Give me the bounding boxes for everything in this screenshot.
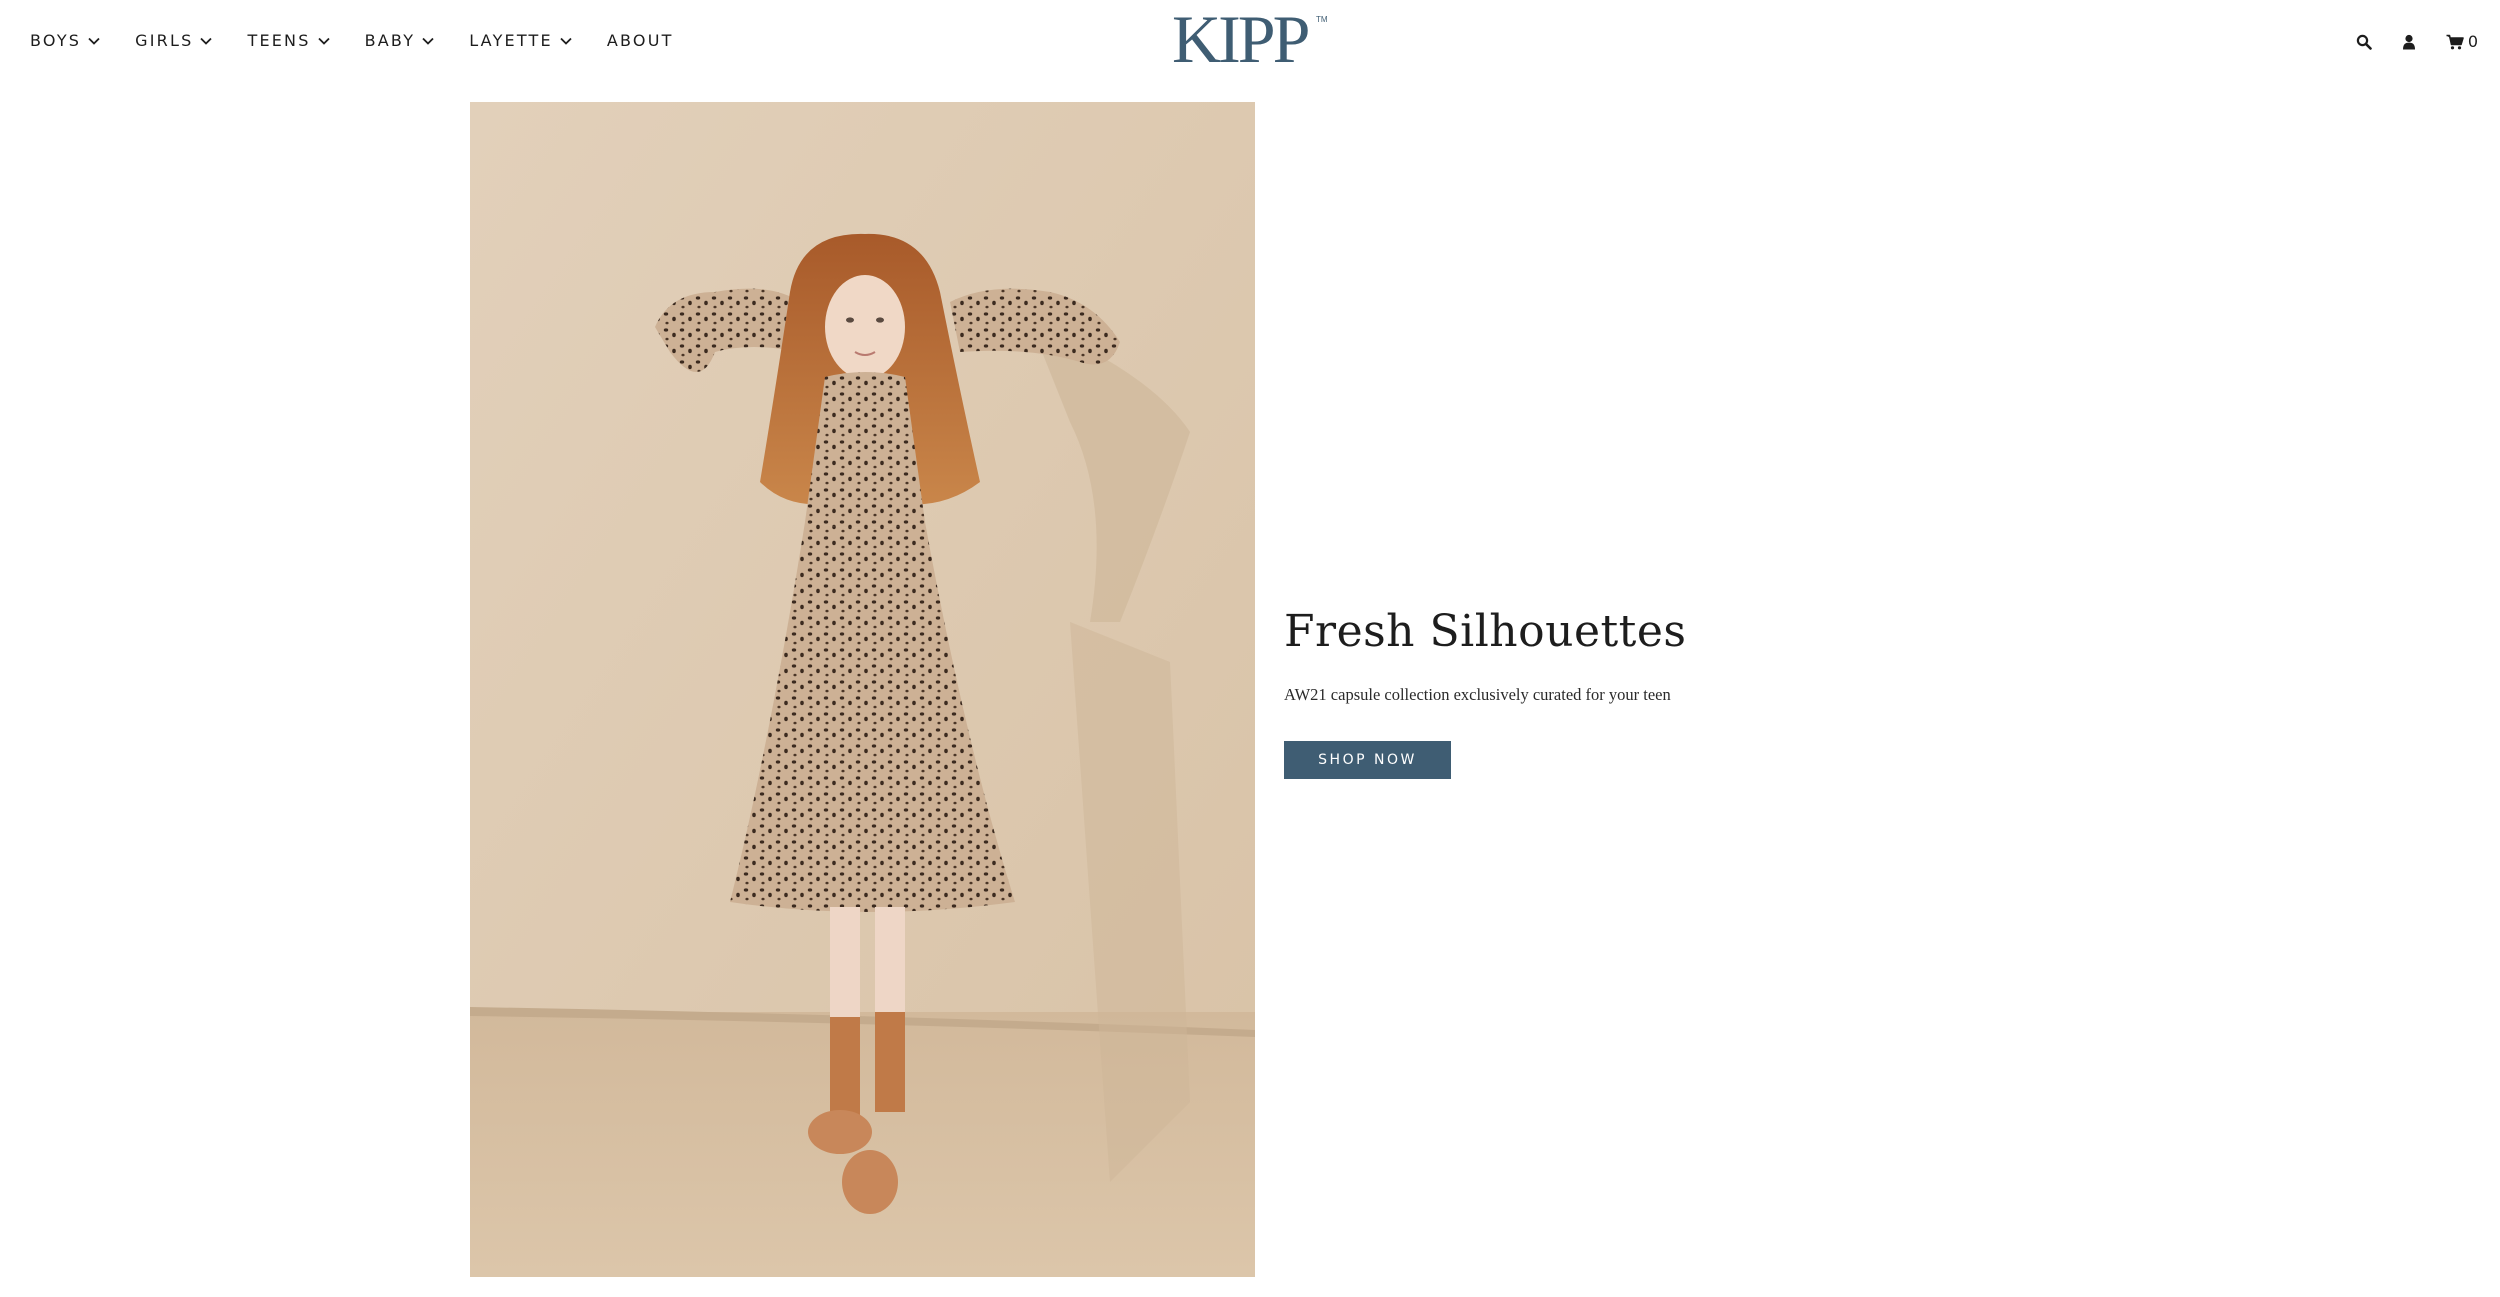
hero-content: Fresh Silhouettes AW21 capsule collectio… — [1284, 606, 1984, 779]
hero-title: Fresh Silhouettes — [1284, 606, 1687, 657]
user-icon — [2402, 34, 2415, 49]
search-icon — [2356, 34, 2372, 50]
nav-item-teens[interactable]: TEENS — [247, 31, 330, 50]
hero-subtitle: AW21 capsule collection exclusively cura… — [1284, 685, 1671, 704]
model-photo — [470, 102, 1255, 1277]
nav-item-about[interactable]: ABOUT — [607, 31, 674, 50]
cart-icon — [2446, 34, 2464, 49]
nav-item-girls[interactable]: GIRLS — [135, 31, 213, 50]
header-utilities: 0 — [2326, 32, 2478, 51]
nav-label: LAYETTE — [469, 31, 553, 50]
chevron-down-icon — [560, 37, 572, 45]
chevron-down-icon — [200, 37, 213, 45]
site-header: BOYS GIRLS TEENS BABY LAYETTE ABOUT KIPP… — [0, 0, 2500, 92]
cart-count: 0 — [2467, 32, 2478, 51]
nav-label: BABY — [364, 31, 416, 50]
nav-label: GIRLS — [135, 31, 194, 50]
main-nav: BOYS GIRLS TEENS BABY LAYETTE ABOUT — [30, 31, 708, 50]
search-button[interactable] — [2356, 34, 2372, 50]
logo-text: KIPP — [1172, 10, 1309, 76]
nav-item-baby[interactable]: BABY — [365, 31, 436, 50]
kipp-logo-mark: KIPP TM — [1172, 1, 1328, 77]
chevron-down-icon — [88, 37, 100, 45]
hero-image[interactable] — [470, 102, 1255, 1277]
nav-label: TEENS — [247, 31, 311, 50]
shop-now-button[interactable]: SHOP NOW — [1284, 741, 1451, 779]
nav-item-boys[interactable]: BOYS — [30, 31, 101, 50]
chevron-down-icon — [422, 37, 434, 45]
nav-item-layette[interactable]: LAYETTE — [469, 31, 573, 50]
logo-trademark: TM — [1316, 15, 1328, 24]
brand-logo[interactable]: KIPP TM — [1170, 1, 1330, 77]
account-button[interactable] — [2402, 34, 2416, 50]
nav-label: BOYS — [30, 31, 82, 50]
cart-button[interactable]: 0 — [2446, 32, 2478, 51]
chevron-down-icon — [317, 37, 330, 45]
nav-label: ABOUT — [606, 31, 674, 50]
